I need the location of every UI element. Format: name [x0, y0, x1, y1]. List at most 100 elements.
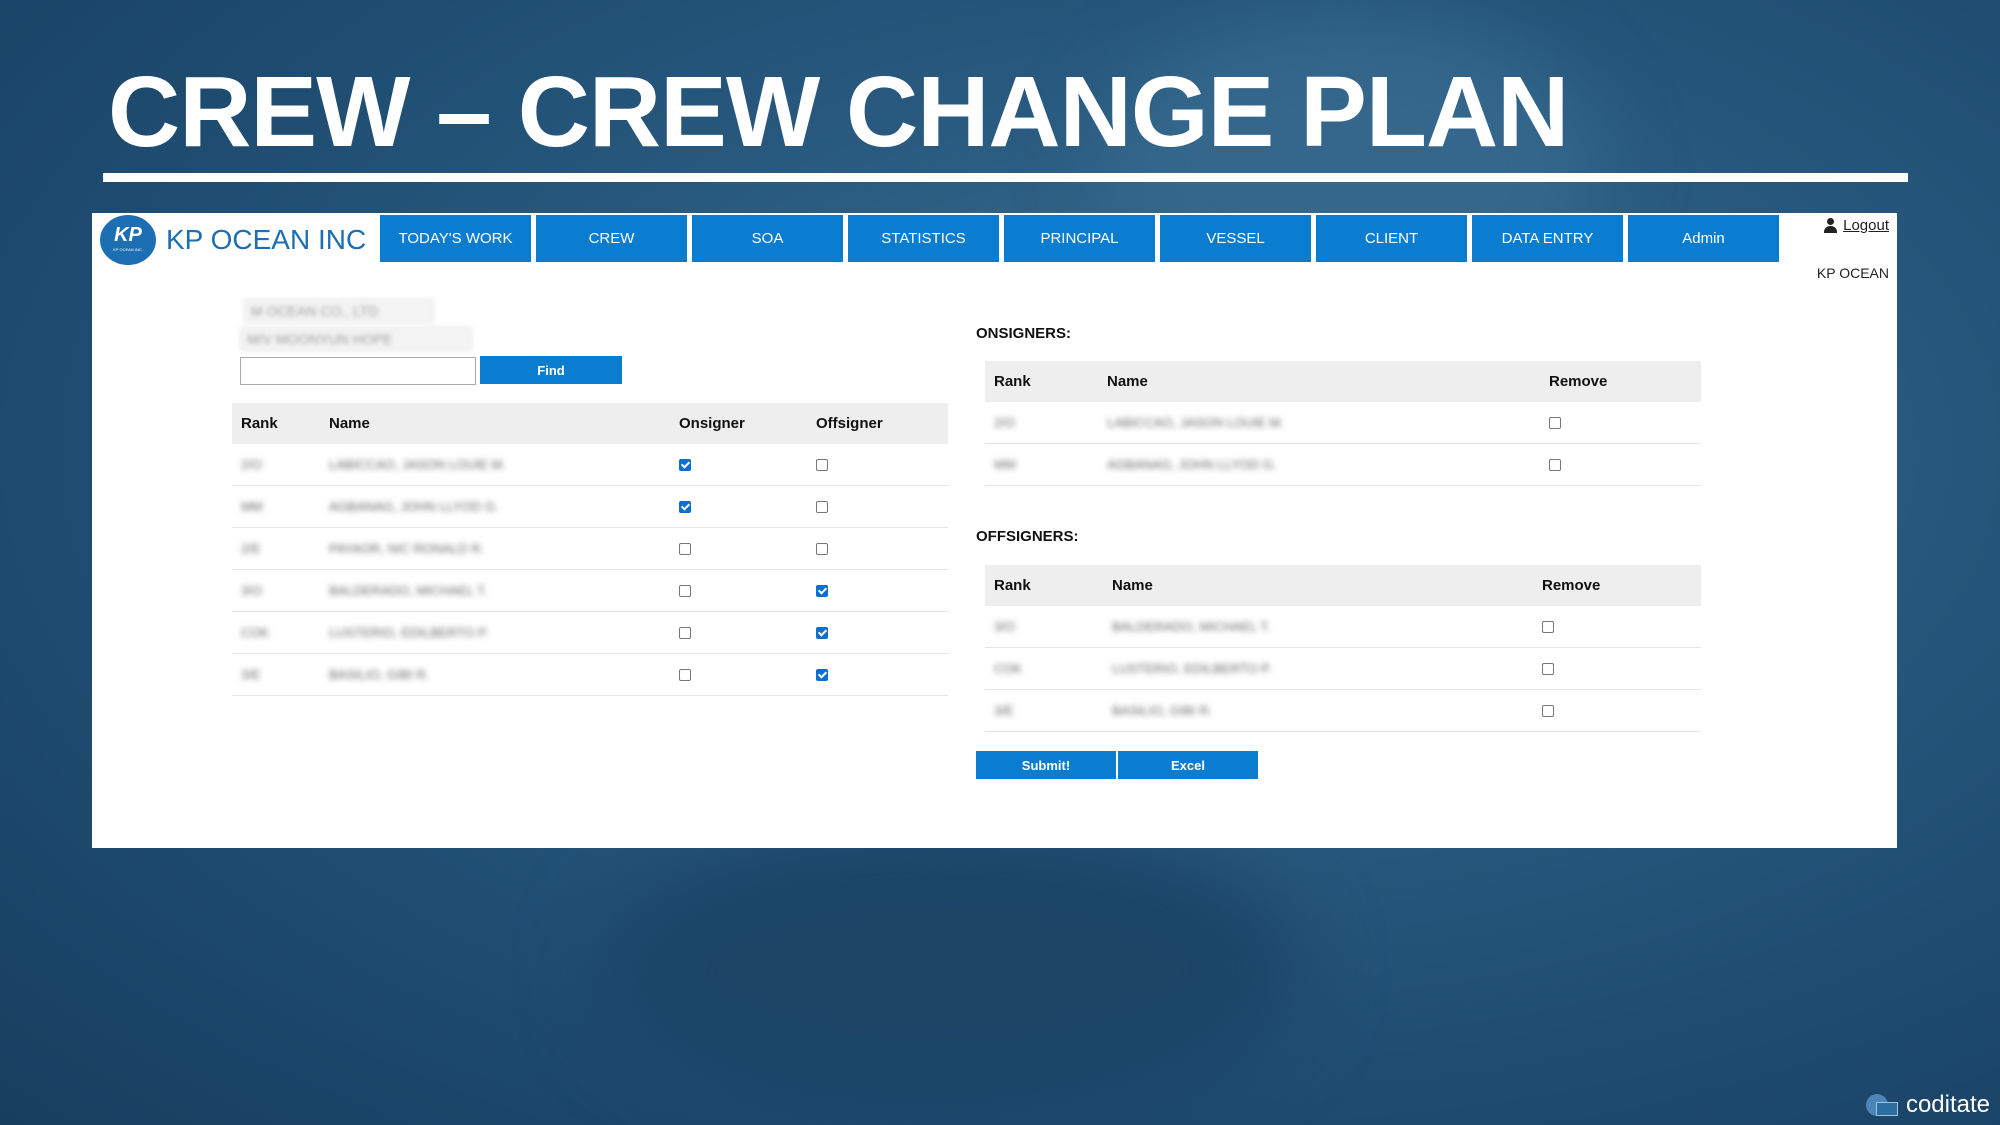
onsigner-checkbox[interactable] — [679, 669, 691, 682]
onsigners-header: Rank Name Remove — [985, 361, 1701, 402]
offsigners-header: Rank Name Remove — [985, 565, 1701, 606]
search-input[interactable] — [240, 357, 476, 385]
background-shape — [600, 820, 1300, 1120]
table-row: 2/E PAYAOR, NIC RONALD R. — [232, 527, 948, 570]
coditate-logo-icon — [1865, 1094, 1898, 1116]
rank-cell: 3/E — [232, 653, 320, 696]
brand-logo[interactable]: KP KP OCEAN INC. KP OCEAN INC — [100, 215, 390, 265]
table-row: 3/E BASILIO, GIBI R. — [985, 689, 1701, 732]
rank-cell: COK — [232, 611, 320, 654]
col-remove: Remove — [1540, 361, 1701, 402]
table-row: 2/O LABICCAO, JASON LOUIE M. — [232, 444, 948, 486]
name-cell: LUSTERIO, EDILBERTO P. — [320, 611, 670, 654]
nav-data-entry[interactable]: DATA ENTRY — [1472, 215, 1623, 262]
name-cell: BALDERADO, MICHAEL T. — [320, 569, 670, 612]
name-cell: AGBANAG, JOHN LLYOD G. — [1098, 443, 1540, 486]
rank-cell: MM — [985, 443, 1098, 486]
nav-statistics[interactable]: STATISTICS — [848, 215, 999, 262]
user-icon — [1823, 217, 1839, 234]
offsigner-checkbox[interactable] — [816, 585, 828, 598]
crew-table: Rank Name Onsigner Offsigner 2/O LABICCA… — [232, 403, 948, 696]
col-name: Name — [320, 403, 670, 444]
col-remove: Remove — [1533, 565, 1701, 606]
rank-cell: COK — [985, 647, 1103, 690]
name-cell: LUSTERIO, EDILBERTO P. — [1103, 647, 1533, 690]
table-row: MM AGBANAG, JOHN LLYOD G. — [985, 443, 1701, 486]
rank-cell: 2/O — [232, 444, 320, 486]
onsigner-checkbox[interactable] — [679, 501, 691, 514]
nav-admin[interactable]: Admin — [1628, 215, 1779, 262]
name-cell: LABICCAO, JASON LOUIE M. — [1098, 402, 1540, 444]
remove-checkbox[interactable] — [1542, 663, 1554, 676]
name-cell: AGBANAG, JOHN LLYOD G. — [320, 485, 670, 528]
remove-checkbox[interactable] — [1542, 705, 1554, 718]
onsigners-table: Rank Name Remove 2/O LABICCAO, JASON LOU… — [985, 361, 1701, 486]
offsigners-table: Rank Name Remove 3/O BALDERADO, MICHAEL … — [985, 565, 1701, 732]
main-nav: TODAY'S WORK CREW SOA STATISTICS PRINCIP… — [380, 215, 1784, 262]
col-rank: Rank — [232, 403, 320, 444]
vessel-select[interactable]: M/V MOONYUN HOPE — [240, 327, 472, 351]
nav-todays-work[interactable]: TODAY'S WORK — [380, 215, 531, 262]
logo-monogram: KP — [114, 224, 142, 246]
title-divider — [103, 173, 1908, 182]
table-row: 3/O BALDERADO, MICHAEL T. — [232, 569, 948, 612]
name-cell: BALDERADO, MICHAEL T. — [1103, 606, 1533, 648]
table-row: COK LUSTERIO, EDILBERTO P. — [985, 647, 1701, 690]
excel-button[interactable]: Excel — [1118, 751, 1258, 779]
rank-cell: 3/O — [232, 569, 320, 612]
rank-cell: 2/O — [985, 402, 1098, 444]
table-row: 3/O BALDERADO, MICHAEL T. — [985, 606, 1701, 648]
col-rank: Rank — [985, 361, 1098, 402]
company-name: KP OCEAN — [1816, 265, 1889, 281]
rank-cell: MM — [232, 485, 320, 528]
col-onsigner: Onsigner — [670, 403, 807, 444]
submit-button[interactable]: Submit! — [976, 751, 1116, 779]
nav-crew[interactable]: CREW — [536, 215, 687, 262]
col-rank: Rank — [985, 565, 1103, 606]
find-button[interactable]: Find — [480, 356, 622, 384]
slide-title: CREW – CREW CHANGE PLAN — [108, 56, 1569, 168]
remove-checkbox[interactable] — [1549, 417, 1561, 430]
logout-label: Logout — [1843, 217, 1889, 234]
onsigner-checkbox[interactable] — [679, 627, 691, 640]
name-cell: PAYAOR, NIC RONALD R. — [320, 527, 670, 570]
table-row: MM AGBANAG, JOHN LLYOD G. — [232, 485, 948, 528]
table-row: COK LUSTERIO, EDILBERTO P. — [232, 611, 948, 654]
offsigner-checkbox[interactable] — [816, 501, 828, 514]
logout-link[interactable]: Logout — [1823, 217, 1889, 234]
table-row: 3/E BASILIO, GIBI R. — [232, 653, 948, 696]
kp-logo-icon: KP KP OCEAN INC. — [100, 215, 156, 265]
onsigner-checkbox[interactable] — [679, 459, 691, 472]
crew-table-header: Rank Name Onsigner Offsigner — [232, 403, 948, 444]
app-window: KP KP OCEAN INC. KP OCEAN INC TODAY'S WO… — [92, 213, 1897, 848]
remove-checkbox[interactable] — [1542, 621, 1554, 634]
col-name: Name — [1098, 361, 1540, 402]
nav-client[interactable]: CLIENT — [1316, 215, 1467, 262]
onsigner-checkbox[interactable] — [679, 585, 691, 598]
offsigner-checkbox[interactable] — [816, 669, 828, 682]
watermark: coditate — [1865, 1091, 1990, 1119]
name-cell: LABICCAO, JASON LOUIE M. — [320, 444, 670, 486]
name-cell: BASILIO, GIBI R. — [1103, 689, 1533, 732]
watermark-text: coditate — [1905, 1091, 1990, 1118]
nav-vessel[interactable]: VESSEL — [1160, 215, 1311, 262]
remove-checkbox[interactable] — [1549, 459, 1561, 472]
rank-cell: 3/O — [985, 606, 1103, 648]
rank-cell: 2/E — [232, 527, 320, 570]
nav-principal[interactable]: PRINCIPAL — [1004, 215, 1155, 262]
principal-select[interactable]: M OCEAN CO., LTD — [244, 299, 434, 323]
col-name: Name — [1103, 565, 1533, 606]
nav-soa[interactable]: SOA — [692, 215, 843, 262]
offsigner-checkbox[interactable] — [816, 543, 828, 556]
onsigners-label: ONSIGNERS: — [976, 325, 1072, 342]
onsigner-checkbox[interactable] — [679, 543, 691, 556]
name-cell: BASILIO, GIBI R. — [320, 653, 670, 696]
logo-subtext: KP OCEAN INC. — [113, 247, 143, 252]
offsigners-label: OFFSIGNERS: — [976, 528, 1079, 545]
table-row: 2/O LABICCAO, JASON LOUIE M. — [985, 402, 1701, 444]
col-offsigner: Offsigner — [807, 403, 948, 444]
brand-name: KP OCEAN INC — [166, 224, 367, 255]
offsigner-checkbox[interactable] — [816, 627, 828, 640]
offsigner-checkbox[interactable] — [816, 459, 828, 472]
rank-cell: 3/E — [985, 689, 1103, 732]
